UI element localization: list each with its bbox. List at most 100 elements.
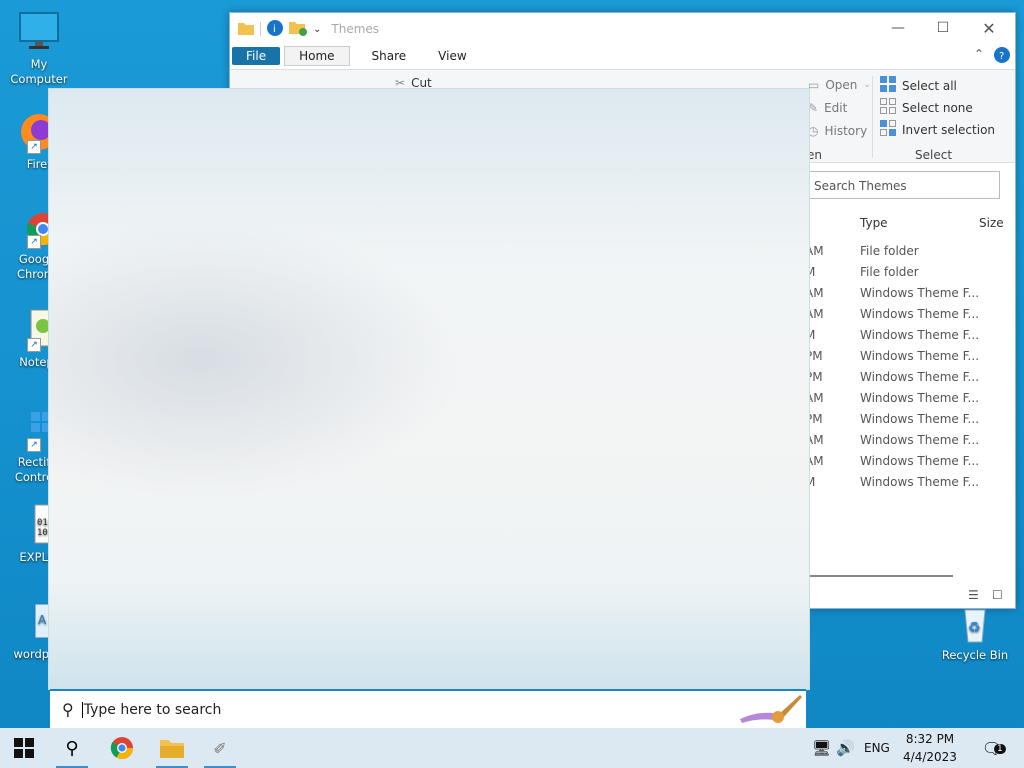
tab-home[interactable]: Home: [284, 46, 350, 66]
firefox-icon: ↗: [7, 110, 57, 154]
type-cell: Windows Theme F...: [860, 454, 980, 468]
table-row[interactable]: AM Windows Theme F...: [805, 283, 1005, 304]
table-row[interactable]: PM Windows Theme F...: [805, 367, 1005, 388]
shortcut-arrow-icon: ↗: [27, 338, 41, 352]
open-button[interactable]: ▭ Open ⌄: [808, 78, 871, 92]
type-cell: Windows Theme F...: [860, 475, 980, 489]
clock[interactable]: 8:32 PM 4/4/2023: [896, 730, 964, 766]
history-button[interactable]: ◷ History: [808, 124, 867, 138]
volume-icon[interactable]: 🔊: [836, 739, 860, 757]
start-button[interactable]: [2, 728, 46, 768]
notification-center-button[interactable]: 🗨 1: [970, 728, 1014, 768]
search-icon: ⚲: [62, 700, 74, 719]
taskbar-app[interactable]: ✐: [198, 728, 242, 768]
type-cell: Windows Theme F...: [860, 286, 980, 300]
taskbar-chrome[interactable]: [100, 728, 144, 768]
table-row[interactable]: AM Windows Theme F...: [805, 451, 1005, 472]
search-results-panel: [48, 88, 810, 690]
type-cell: File folder: [860, 265, 919, 279]
select-group-label: Select: [915, 148, 953, 162]
recycle-bin-icon: ♻: [955, 604, 995, 644]
search-highlight-illustration-icon: [732, 691, 804, 729]
column-header-size[interactable]: Size: [979, 216, 1004, 230]
ribbon-tabs: File Home Share View ⌃ ?: [230, 45, 1015, 67]
close-button[interactable]: ✕: [966, 13, 1012, 43]
type-cell: Windows Theme F...: [860, 412, 980, 426]
binary-file-icon: 01011010: [7, 503, 59, 547]
folder-icon[interactable]: [238, 21, 254, 38]
clock-time: 8:32 PM: [905, 732, 955, 746]
system-tray: 🖥 🔊 ENG: [812, 728, 890, 768]
table-row[interactable]: M File folder: [805, 262, 1005, 283]
edit-button[interactable]: ✎ Edit: [808, 101, 847, 115]
notification-badge: 1: [994, 744, 1006, 754]
windows-logo-icon: ↗: [7, 408, 51, 452]
type-cell: Windows Theme F...: [860, 328, 980, 342]
taskbar: ⚲ ✐ 🖥 🔊 ENG 8:32 PM 4/4/2023 🗨 1: [0, 728, 1024, 768]
type-cell: Windows Theme F...: [860, 370, 980, 384]
shortcut-arrow-icon: ↗: [27, 140, 41, 154]
large-icons-view-icon[interactable]: ☐: [992, 588, 1003, 602]
quick-access-toolbar: i ⌄: [238, 19, 321, 39]
tab-share[interactable]: Share: [358, 47, 421, 65]
type-cell: Windows Theme F...: [860, 349, 980, 363]
horizontal-scrollbar[interactable]: [808, 575, 953, 577]
table-row[interactable]: AM Windows Theme F...: [805, 388, 1005, 409]
collapse-ribbon-icon[interactable]: ⌃: [974, 47, 984, 61]
desktop-icon-recycle-bin[interactable]: ♻ Recycle Bin: [938, 604, 1012, 662]
type-cell: Windows Theme F...: [860, 433, 980, 447]
help-icon[interactable]: ?: [994, 47, 1010, 66]
language-indicator[interactable]: ENG: [864, 741, 890, 755]
wordpad-icon: A: [7, 600, 56, 644]
taskbar-file-explorer[interactable]: [150, 728, 194, 768]
taskbar-search-button[interactable]: ⚲: [50, 728, 94, 768]
table-row[interactable]: AM Windows Theme F...: [805, 430, 1005, 451]
properties-icon[interactable]: i: [267, 19, 283, 39]
desktop-icon-label: My Computer: [10, 57, 68, 86]
title-bar[interactable]: i ⌄ Themes — ☐ ✕: [230, 13, 1015, 45]
select-all-icon: [880, 76, 896, 95]
table-row[interactable]: PM Windows Theme F...: [805, 409, 1005, 430]
details-view-icon[interactable]: ☰: [968, 588, 979, 602]
table-row[interactable]: AM File folder: [805, 241, 1005, 262]
maximize-button[interactable]: ☐: [920, 13, 966, 43]
table-row[interactable]: M Windows Theme F...: [805, 472, 1005, 493]
svg-text:i: i: [273, 24, 276, 35]
type-cell: File folder: [860, 244, 919, 258]
select-none-icon: [880, 98, 896, 117]
monitor-icon: [17, 10, 61, 54]
chrome-icon: ↗: [7, 205, 60, 249]
select-none-label: Select none: [902, 100, 973, 115]
invert-selection-icon: [880, 120, 896, 139]
chevron-down-icon: ⌄: [863, 80, 871, 90]
network-icon[interactable]: 🖥: [812, 739, 834, 757]
type-cell: Windows Theme F...: [860, 391, 980, 405]
tab-view[interactable]: View: [424, 47, 480, 65]
history-label: History: [824, 124, 868, 138]
minimize-button[interactable]: —: [875, 13, 921, 43]
notepad-icon: ↗: [7, 308, 54, 352]
column-header-type[interactable]: Type: [860, 216, 888, 230]
folder-icon: [160, 740, 184, 758]
desktop-icon-my-computer[interactable]: My Computer: [2, 10, 76, 87]
clock-date: 4/4/2023: [903, 750, 957, 764]
invert-selection-label: Invert selection: [902, 122, 996, 137]
invert-selection-button[interactable]: Invert selection: [880, 120, 995, 139]
tab-file[interactable]: File: [232, 47, 281, 65]
open-label: Open: [825, 78, 858, 92]
new-folder-icon[interactable]: [289, 20, 307, 39]
select-none-button[interactable]: Select none: [880, 98, 973, 117]
search-placeholder: Search Themes: [814, 179, 907, 193]
table-row[interactable]: PM Windows Theme F...: [805, 346, 1005, 367]
svg-text:?: ?: [999, 51, 1004, 62]
table-row[interactable]: AM Windows Theme F...: [805, 304, 1005, 325]
search-input-text[interactable]: Type here to search: [81, 701, 221, 718]
table-row[interactable]: M Windows Theme F...: [805, 325, 1005, 346]
pen-tool-icon: ✐: [213, 738, 227, 758]
taskbar-search-box[interactable]: ⚲ Type here to search: [50, 689, 806, 728]
chevron-down-icon[interactable]: ⌄: [313, 24, 321, 35]
search-themes-input[interactable]: Search Themes: [805, 171, 1000, 199]
shortcut-arrow-icon: ↗: [27, 235, 41, 249]
select-all-button[interactable]: Select all: [880, 76, 957, 95]
edit-label: Edit: [824, 101, 848, 115]
